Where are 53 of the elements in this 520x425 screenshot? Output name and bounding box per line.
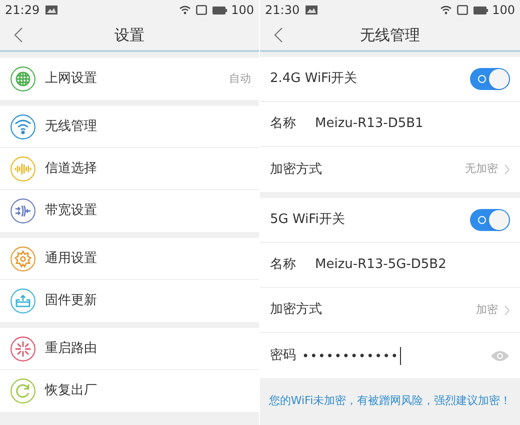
warning-message: 您的WiFi未加密，有被蹭网风险，强烈建议加密！ (268, 393, 512, 410)
settings-item[interactable]: 上网设置 自动 (0, 58, 259, 100)
toggle-switch[interactable] (470, 68, 510, 90)
row-label: 5G WiFi开关 (270, 211, 345, 230)
item-label: 上网设置 (45, 70, 97, 88)
encryption-select[interactable]: 加密方式 加密 (260, 288, 520, 333)
item-label: 无线管理 (45, 118, 97, 136)
battery-icon (212, 6, 228, 14)
item-label: 信道选择 (45, 160, 97, 178)
settings-item[interactable]: 恢复出厂 (0, 370, 259, 412)
select-value: 加密 (476, 302, 498, 318)
sim-card-icon (457, 5, 468, 15)
sim-card-icon (196, 5, 208, 15)
screen-title: 设置 (114, 24, 144, 46)
row-label: 密码 (270, 346, 297, 365)
item-label: 通用设置 (45, 250, 97, 268)
input-field[interactable]: Meizu-R13-5G-D5B2 (315, 255, 446, 275)
item-value: 自动 (229, 70, 251, 87)
battery-icon (473, 6, 488, 14)
settings-item[interactable]: 信道选择 (0, 148, 259, 190)
battery-level: 100 (231, 2, 254, 19)
chevron-right-icon (504, 164, 510, 175)
settings-item[interactable]: 重启路由 (0, 328, 259, 370)
back-icon (14, 27, 22, 43)
item-label: 带宽设置 (45, 202, 97, 220)
row-label: 加密方式 (270, 160, 322, 179)
row-label: 2.4G WiFi开关 (270, 70, 358, 88)
item-label: 恢复出厂 (45, 382, 97, 400)
item-label: 重启路由 (45, 340, 97, 358)
row-label: 名称 (270, 256, 297, 274)
settings-item[interactable]: 无线管理 (0, 106, 259, 148)
image-icon (44, 5, 58, 15)
wifi-icon (179, 5, 192, 15)
settings-item[interactable]: 固件更新 (0, 280, 259, 322)
select-value: 无加密 (465, 161, 498, 178)
wifi-icon (440, 5, 452, 15)
toggle-switch[interactable] (470, 209, 510, 231)
item-label: 固件更新 (45, 292, 97, 310)
password-field[interactable]: •••••••••••• (302, 346, 401, 364)
back-icon (274, 27, 282, 43)
input-field[interactable]: Meizu-R13-D5B1 (315, 114, 424, 134)
chevron-right-icon (504, 304, 510, 316)
status-time: 21:29 (5, 2, 40, 19)
row-label: 名称 (270, 115, 297, 134)
encryption-select[interactable]: 加密方式 无加密 (260, 147, 520, 192)
eye-icon[interactable] (490, 350, 510, 362)
image-icon (304, 5, 318, 15)
battery-level: 100 (492, 2, 515, 19)
settings-item[interactable]: 通用设置 (0, 238, 259, 280)
status-time: 21:30 (265, 2, 300, 19)
row-label: 加密方式 (270, 301, 322, 320)
screen-title: 无线管理 (360, 24, 420, 46)
settings-item[interactable]: 带宽设置 (0, 190, 259, 232)
